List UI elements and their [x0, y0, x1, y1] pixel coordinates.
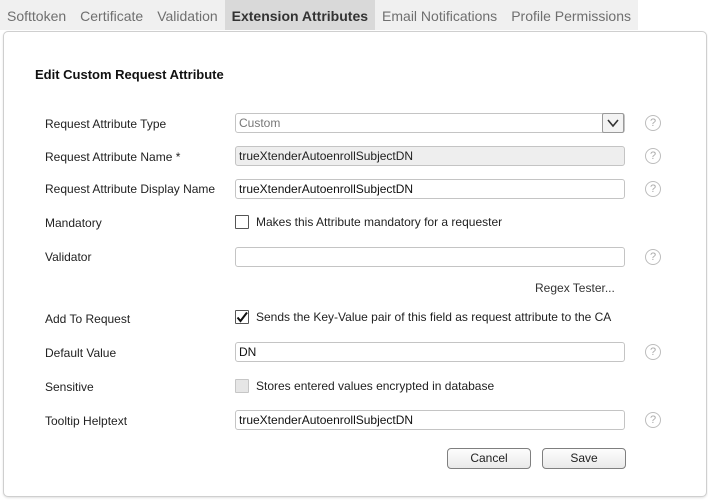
mandatory-option: Makes this Attribute mandatory for a req… — [235, 215, 502, 229]
name-field — [235, 146, 625, 166]
tab-extension-attributes[interactable]: Extension Attributes — [224, 0, 376, 30]
tooltip-label: Tooltip Helptext — [45, 414, 128, 428]
display-name-label: Request Attribute Display Name — [45, 182, 216, 196]
add-to-request-checkbox-label: Sends the Key-Value pair of this field a… — [256, 310, 612, 324]
tab-validation[interactable]: Validation — [150, 0, 225, 30]
mandatory-checkbox-label: Makes this Attribute mandatory for a req… — [256, 215, 503, 229]
chevron-down-icon[interactable] — [602, 113, 624, 133]
tab-profile-permissions[interactable]: Profile Permissions — [504, 0, 639, 30]
check-mark-icon — [236, 311, 248, 323]
type-select[interactable]: Custom — [235, 113, 625, 133]
validator-field[interactable] — [235, 247, 625, 267]
tab-softtoken[interactable]: Softtoken — [0, 0, 74, 30]
default-value-field[interactable] — [235, 342, 625, 362]
tooltip-field[interactable] — [235, 410, 625, 430]
sensitive-label: Sensitive — [45, 380, 94, 394]
sensitive-checkbox — [235, 379, 249, 393]
save-button[interactable]: Save — [542, 448, 626, 469]
tab-bar: Softtoken Certificate Validation Extensi… — [0, 0, 639, 30]
default-value-label: Default Value — [45, 346, 117, 360]
mandatory-checkbox[interactable] — [235, 215, 249, 229]
edit-attribute-panel: Edit Custom Request Attribute Request At… — [3, 31, 707, 497]
add-to-request-option: Sends the Key-Value pair of this field a… — [235, 310, 611, 324]
type-select-value: Custom — [239, 116, 281, 130]
tab-certificate[interactable]: Certificate — [73, 0, 151, 30]
regex-tester-link[interactable]: Regex Tester... — [535, 281, 615, 295]
help-icon[interactable]: ? — [645, 344, 661, 360]
name-label: Request Attribute Name * — [45, 150, 181, 164]
sensitive-checkbox-label: Stores entered values encrypted in datab… — [256, 379, 495, 393]
cancel-button[interactable]: Cancel — [447, 448, 531, 469]
help-icon[interactable]: ? — [645, 181, 661, 197]
help-icon[interactable]: ? — [645, 115, 661, 131]
sensitive-option: Stores entered values encrypted in datab… — [235, 379, 494, 393]
validator-label: Validator — [45, 250, 92, 264]
display-name-field[interactable] — [235, 179, 625, 199]
add-to-request-label: Add To Request — [45, 312, 131, 326]
help-icon[interactable]: ? — [645, 412, 661, 428]
help-icon[interactable]: ? — [645, 249, 661, 265]
type-label: Request Attribute Type — [45, 117, 167, 131]
panel-title: Edit Custom Request Attribute — [35, 67, 224, 82]
help-icon[interactable]: ? — [645, 148, 661, 164]
tab-email-notifications[interactable]: Email Notifications — [375, 0, 505, 30]
mandatory-label: Mandatory — [45, 216, 102, 230]
add-to-request-checkbox[interactable] — [235, 310, 249, 324]
